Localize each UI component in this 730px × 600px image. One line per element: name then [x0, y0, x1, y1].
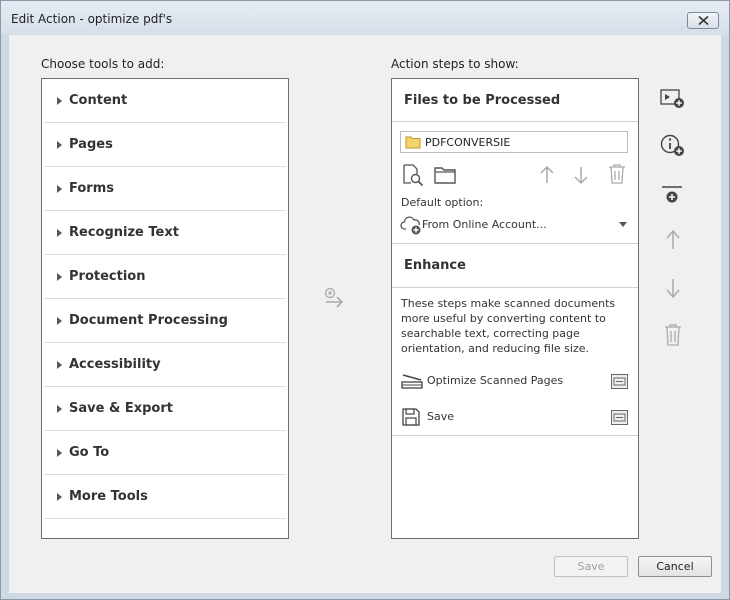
save-icon: [402, 408, 420, 426]
scanner-icon: [401, 374, 423, 389]
tool-group-accessibility[interactable]: Accessibility: [44, 343, 286, 387]
source-folder-name: PDFCONVERSIE: [425, 136, 511, 149]
folder-open-icon[interactable]: [433, 165, 457, 185]
divider: [392, 121, 638, 122]
tool-group-forms[interactable]: Forms: [44, 167, 286, 211]
folder-icon: [405, 136, 421, 149]
dialog-body: Choose tools to add: Content Pages Forms…: [9, 35, 721, 593]
enhance-section-title: Enhance: [404, 258, 466, 273]
default-option-dropdown[interactable]: From Online Account...: [398, 212, 632, 236]
expand-arrow-icon: [57, 449, 62, 457]
tool-group-content[interactable]: Content: [44, 79, 286, 123]
tool-group-protection[interactable]: Protection: [44, 255, 286, 299]
expand-arrow-icon: [57, 185, 62, 193]
tool-group-save-export[interactable]: Save & Export: [44, 387, 286, 431]
tool-group-more-tools[interactable]: More Tools: [44, 475, 286, 519]
move-step-down-icon[interactable]: [664, 277, 682, 299]
add-step-arrow-icon[interactable]: [323, 287, 347, 314]
delete-icon[interactable]: [606, 163, 628, 185]
close-icon: [698, 16, 709, 25]
tool-group-go-to[interactable]: Go To: [44, 431, 286, 475]
tool-group-document-processing[interactable]: Document Processing: [44, 299, 286, 343]
step-options-icon[interactable]: [611, 410, 628, 425]
expand-arrow-icon: [57, 405, 62, 413]
default-option-value: From Online Account...: [422, 218, 547, 231]
expand-arrow-icon: [57, 317, 62, 325]
tool-group-recognize-text[interactable]: Recognize Text: [44, 211, 286, 255]
divider: [392, 287, 638, 288]
expand-arrow-icon: [57, 141, 62, 149]
move-step-up-icon[interactable]: [664, 229, 682, 251]
title-bar: Edit Action - optimize pdf's: [1, 1, 729, 35]
expand-arrow-icon: [57, 229, 62, 237]
expand-arrow-icon: [57, 493, 62, 501]
window-title: Edit Action - optimize pdf's: [11, 12, 173, 26]
step-options-icon[interactable]: [611, 374, 628, 389]
edit-action-window: Edit Action - optimize pdf's Choose tool…: [0, 0, 730, 600]
tool-group-pages[interactable]: Pages: [44, 123, 286, 167]
browse-file-icon[interactable]: [401, 163, 425, 187]
add-panel-separator-icon[interactable]: [661, 184, 683, 206]
expand-arrow-icon: [57, 97, 62, 105]
files-section-title: Files to be Processed: [404, 93, 561, 108]
tools-list: Content Pages Forms Recognize Text Prote…: [41, 78, 289, 539]
action-steps-label: Action steps to show:: [391, 57, 519, 71]
cloud-add-icon: [400, 216, 421, 235]
divider: [392, 435, 638, 436]
expand-arrow-icon: [57, 273, 62, 281]
enhance-description: These steps make scanned documents more …: [401, 297, 616, 355]
action-steps-list: Files to be Processed PDFCONVERSIE Defau…: [391, 78, 639, 539]
add-instruction-icon[interactable]: [660, 134, 686, 158]
step-save[interactable]: Save: [392, 401, 638, 435]
default-option-label: Default option:: [401, 196, 484, 209]
add-prompt-icon[interactable]: [660, 88, 686, 110]
move-down-icon[interactable]: [572, 165, 590, 185]
remove-step-icon[interactable]: [662, 323, 684, 347]
close-button[interactable]: [687, 12, 719, 29]
cancel-button[interactable]: Cancel: [638, 556, 712, 577]
tools-list-label: Choose tools to add:: [41, 57, 165, 71]
expand-arrow-icon: [57, 361, 62, 369]
source-folder-field[interactable]: PDFCONVERSIE: [400, 131, 628, 153]
save-button[interactable]: Save: [554, 556, 628, 577]
step-optimize-scanned-pages[interactable]: Optimize Scanned Pages: [392, 365, 638, 399]
dropdown-arrow-icon: [619, 222, 627, 227]
move-up-icon[interactable]: [538, 165, 556, 185]
divider: [392, 243, 638, 244]
